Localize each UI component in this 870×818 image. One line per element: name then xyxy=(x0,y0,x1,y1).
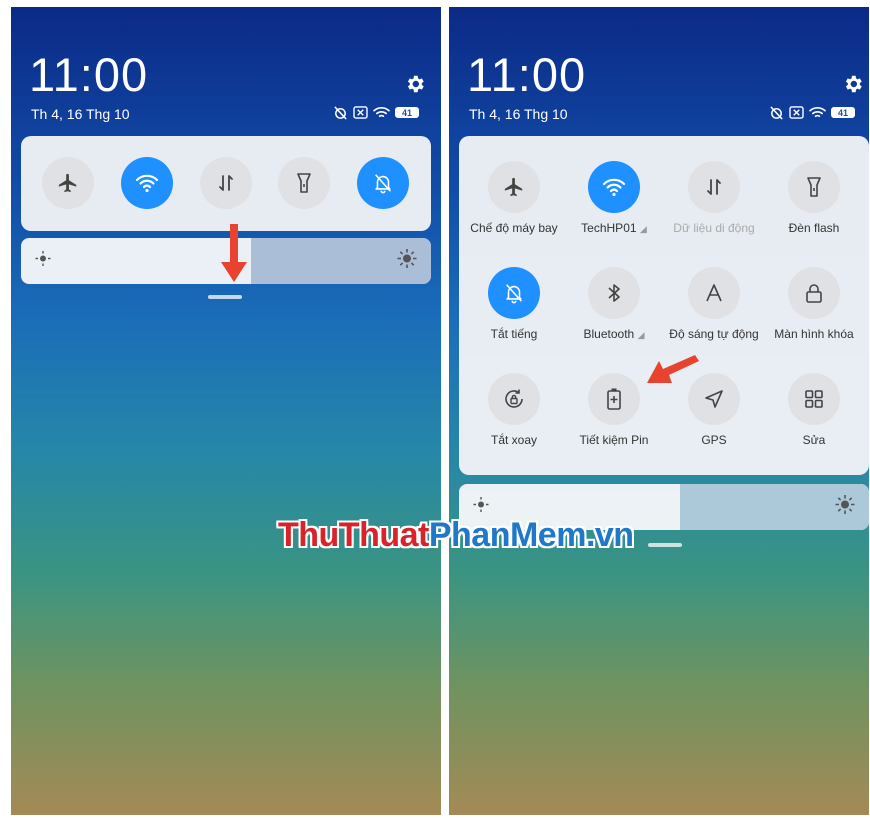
wifi-toggle[interactable] xyxy=(588,161,640,213)
annotation-arrow-diagonal xyxy=(647,351,699,392)
signal-icon: ◢ xyxy=(637,330,645,340)
battery-saver-icon xyxy=(607,388,621,410)
edit-grid-icon xyxy=(805,390,823,408)
quick-settings-panel: Chế độ máy bay TechHP01 ◢ Dữ liệu di độn… xyxy=(459,136,869,475)
tile-label: Sửa xyxy=(802,433,826,447)
site-watermark: ThuThuatPhanMem.vn xyxy=(278,516,634,554)
tile-flashlight[interactable]: Đèn flash xyxy=(759,161,869,235)
rotation-lock-icon xyxy=(505,389,523,408)
silent-bell-icon xyxy=(375,174,391,194)
no-sim-icon xyxy=(789,106,804,119)
gps-icon xyxy=(705,390,723,408)
wifi-status-icon xyxy=(373,106,390,119)
mobile-data-icon xyxy=(707,179,721,195)
signal-icon: ◢ xyxy=(639,224,647,234)
rotation-lock-toggle[interactable] xyxy=(488,373,540,425)
battery-saver-toggle[interactable] xyxy=(588,373,640,425)
status-bar-icons: 41 xyxy=(333,105,419,120)
tile-label: Tắt tiếng xyxy=(490,327,538,341)
flashlight-toggle[interactable] xyxy=(278,157,330,209)
tile-label: Chế độ máy bay xyxy=(470,221,558,235)
tile-label: Tiết kiệm Pin xyxy=(579,433,649,447)
tile-edit[interactable]: Sửa xyxy=(759,373,869,447)
lock-icon xyxy=(806,284,822,303)
flashlight-toggle[interactable] xyxy=(788,161,840,213)
tile-label: GPS xyxy=(701,433,727,447)
battery-indicator: 41 xyxy=(395,107,419,118)
tile-lock-screen[interactable]: Màn hình khóa xyxy=(759,267,869,341)
tile-rotation-lock[interactable]: Tắt xoay xyxy=(459,373,569,447)
silent-bell-icon xyxy=(506,284,522,304)
tile-airplane-mode[interactable]: Chế độ máy bay xyxy=(459,161,569,235)
tile-bluetooth[interactable]: Bluetooth ◢ xyxy=(559,267,669,341)
mobile-data-icon xyxy=(219,175,233,191)
clock-time: 11:00 xyxy=(29,48,149,101)
gear-icon[interactable] xyxy=(842,73,864,100)
quick-toggle-panel xyxy=(21,136,431,231)
airplane-icon xyxy=(58,173,77,193)
status-bar-icons: 41 xyxy=(769,105,855,120)
tile-label: Đèn flash xyxy=(788,221,840,235)
wifi-icon xyxy=(135,174,159,193)
airplane-icon xyxy=(504,177,523,197)
wifi-icon xyxy=(602,178,626,197)
edit-tiles-button[interactable] xyxy=(788,373,840,425)
brightness-low-icon xyxy=(473,497,489,518)
tile-wifi[interactable]: TechHP01 ◢ xyxy=(559,161,669,235)
tile-mobile-data[interactable]: Dữ liệu di động xyxy=(659,161,769,235)
bluetooth-toggle[interactable] xyxy=(588,267,640,319)
auto-brightness-icon xyxy=(706,284,722,302)
mobile-data-toggle[interactable] xyxy=(688,161,740,213)
mobile-data-toggle[interactable] xyxy=(200,157,252,209)
tile-label: Độ sáng tự động xyxy=(669,327,759,341)
clock-time: 11:00 xyxy=(467,48,587,101)
airplane-mode-toggle[interactable] xyxy=(42,157,94,209)
wifi-toggle[interactable] xyxy=(121,157,173,209)
wifi-status-icon xyxy=(809,106,826,119)
brightness-high-icon xyxy=(397,249,417,274)
silent-toggle[interactable] xyxy=(488,267,540,319)
flashlight-icon xyxy=(297,173,311,193)
lock-screen-toggle[interactable] xyxy=(788,267,840,319)
panel-drag-handle[interactable] xyxy=(648,543,682,547)
date-text: Th 4, 16 Thg 10 xyxy=(31,106,130,122)
flashlight-icon xyxy=(807,177,821,197)
tile-label: Bluetooth ◢ xyxy=(583,327,645,341)
right-phone-screen: 11:00 Th 4, 16 Thg 10 41 Chế độ máy bay … xyxy=(449,7,869,815)
alarm-off-icon xyxy=(769,105,784,120)
battery-indicator: 41 xyxy=(831,107,855,118)
image-divider xyxy=(442,0,448,818)
brightness-low-icon xyxy=(35,251,51,272)
tile-label: Dữ liệu di động xyxy=(673,221,755,235)
gear-icon[interactable] xyxy=(404,73,426,100)
panel-drag-handle[interactable] xyxy=(208,295,242,299)
annotation-arrow-down xyxy=(219,222,249,289)
alarm-off-icon xyxy=(333,105,348,120)
no-sim-icon xyxy=(353,106,368,119)
brightness-high-icon xyxy=(835,495,855,520)
tile-auto-brightness[interactable]: Độ sáng tự động xyxy=(659,267,769,341)
tile-label: Tắt xoay xyxy=(490,433,538,447)
left-phone-screen: 11:00 Th 4, 16 Thg 10 41 xyxy=(11,7,441,815)
silent-toggle[interactable] xyxy=(357,157,409,209)
tile-silent[interactable]: Tắt tiếng xyxy=(459,267,569,341)
date-text: Th 4, 16 Thg 10 xyxy=(469,106,568,122)
airplane-mode-toggle[interactable] xyxy=(488,161,540,213)
tile-label: Màn hình khóa xyxy=(774,327,854,341)
tile-label: TechHP01 ◢ xyxy=(581,221,647,235)
bluetooth-icon xyxy=(608,284,620,302)
auto-brightness-toggle[interactable] xyxy=(688,267,740,319)
